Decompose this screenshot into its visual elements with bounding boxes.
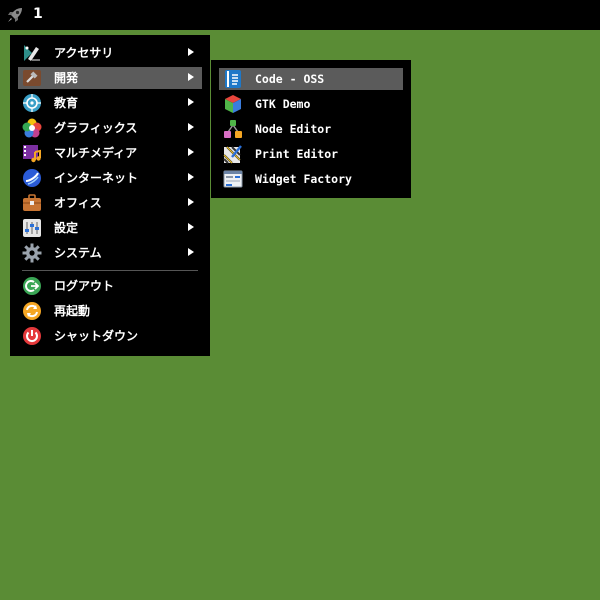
menu-item-label: マルチメディア: [54, 146, 138, 160]
accessories-icon: [22, 43, 42, 63]
development-submenu: Code - OSS GTK Demo Node Editor Print Ed…: [211, 60, 411, 198]
menu-item-settings[interactable]: 設定: [18, 217, 202, 239]
restart-icon: [22, 301, 42, 321]
menu-item-system[interactable]: システム: [18, 242, 202, 264]
graphics-icon: [22, 118, 42, 138]
menu-item-internet[interactable]: インターネット: [18, 167, 202, 189]
gtk-demo-icon: [223, 94, 243, 114]
submenu-arrow-icon: [188, 248, 194, 256]
menu-item-label: Code - OSS: [255, 72, 325, 86]
submenu-arrow-icon: [188, 48, 194, 56]
submenu-arrow-icon: [188, 173, 194, 181]
menu-item-label: Node Editor: [255, 122, 332, 136]
menu-item-label: シャットダウン: [54, 329, 139, 343]
office-icon: [22, 193, 42, 213]
menu-item-accessories[interactable]: アクセサリ: [18, 42, 202, 64]
menu-item-education[interactable]: 教育: [18, 92, 202, 114]
submenu-item-widget-factory[interactable]: Widget Factory: [219, 168, 403, 190]
menu-item-label: インターネット: [54, 171, 139, 185]
internet-icon: [22, 168, 42, 188]
shutdown-button[interactable]: シャットダウン: [18, 325, 202, 347]
menu-item-label: Widget Factory: [255, 172, 352, 186]
menu-item-label: GTK Demo: [255, 97, 311, 111]
restart-button[interactable]: 再起動: [18, 300, 202, 322]
submenu-item-print-editor[interactable]: Print Editor: [219, 143, 403, 165]
submenu-arrow-icon: [188, 73, 194, 81]
submenu-arrow-icon: [188, 123, 194, 131]
menu-item-development[interactable]: 開発: [18, 67, 202, 89]
menu-item-label: 開発: [54, 71, 79, 85]
submenu-arrow-icon: [188, 148, 194, 156]
submenu-arrow-icon: [188, 223, 194, 231]
submenu-item-gtk-demo[interactable]: GTK Demo: [219, 93, 403, 115]
menu-item-label: ログアウト: [54, 279, 115, 293]
submenu-item-node-editor[interactable]: Node Editor: [219, 118, 403, 140]
menu-item-label: 設定: [54, 221, 79, 235]
menu-item-label: Print Editor: [255, 147, 339, 161]
menu-item-label: オフィス: [54, 196, 102, 210]
print-editor-icon: [223, 144, 243, 164]
menu-item-label: 教育: [54, 96, 79, 110]
settings-icon: [22, 218, 42, 238]
application-menu: アクセサリ 開発 教育 グラフィックス マルチメディア インターネット オフィス…: [10, 35, 210, 356]
widget-factory-icon: [223, 169, 243, 189]
top-panel: 1: [0, 0, 600, 30]
submenu-arrow-icon: [188, 198, 194, 206]
workspace-indicator[interactable]: 1: [33, 6, 43, 22]
submenu-item-code-oss[interactable]: Code - OSS: [219, 68, 403, 90]
menu-item-label: システム: [54, 246, 102, 260]
menu-item-graphics[interactable]: グラフィックス: [18, 117, 202, 139]
menu-separator: [22, 270, 198, 271]
submenu-arrow-icon: [188, 98, 194, 106]
node-editor-icon: [223, 119, 243, 139]
education-icon: [22, 93, 42, 113]
rocket-icon[interactable]: [4, 4, 26, 26]
logout-button[interactable]: ログアウト: [18, 275, 202, 297]
code-oss-icon: [223, 69, 243, 89]
menu-item-label: アクセサリ: [54, 46, 114, 60]
development-icon: [22, 68, 42, 88]
gear-icon: [22, 243, 42, 263]
shutdown-icon: [22, 326, 42, 346]
menu-item-multimedia[interactable]: マルチメディア: [18, 142, 202, 164]
menu-item-label: グラフィックス: [54, 121, 138, 135]
multimedia-icon: [22, 143, 42, 163]
menu-item-label: 再起動: [54, 304, 91, 318]
logout-icon: [22, 276, 42, 296]
menu-item-office[interactable]: オフィス: [18, 192, 202, 214]
